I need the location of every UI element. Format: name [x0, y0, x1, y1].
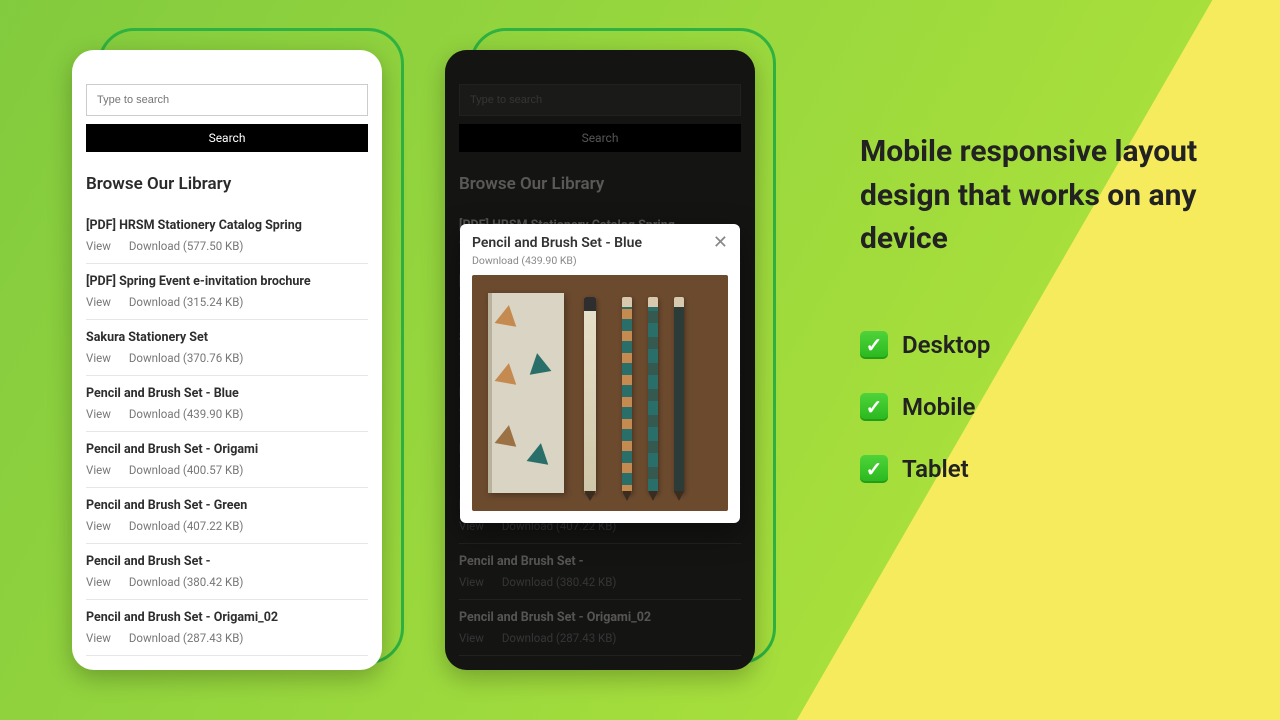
- checkmark-icon: ✓: [860, 455, 888, 483]
- feature-label: Mobile: [902, 393, 975, 421]
- modal-title: Pencil and Brush Set - Blue: [472, 235, 642, 251]
- pencil-graphic: [622, 297, 632, 493]
- view-link[interactable]: View: [86, 295, 111, 309]
- view-link[interactable]: View: [86, 631, 111, 645]
- item-title: Pencil and Brush Set - Blue: [86, 386, 368, 401]
- library-heading: Browse Our Library: [86, 174, 368, 194]
- list-item: Pencil and Brush Set - Origami View Downl…: [86, 432, 368, 488]
- download-link[interactable]: Download (315.24 KB): [129, 295, 244, 309]
- download-link[interactable]: Download (380.42 KB): [129, 575, 244, 589]
- crane-icon: [494, 361, 519, 386]
- list-item: [PDF] HRSM Stationery Catalog Spring Vie…: [86, 208, 368, 264]
- marketing-copy: Mobile responsive layout design that wor…: [860, 130, 1230, 517]
- download-link[interactable]: Download (407.22 KB): [129, 519, 244, 533]
- feature-item: ✓ Mobile: [860, 393, 1230, 421]
- item-title: Pencil and Brush Set - Origami: [86, 442, 368, 457]
- search-field-wrap: [86, 84, 368, 116]
- download-link[interactable]: Download (287.43 KB): [129, 631, 244, 645]
- phone-dark: Search Browse Our Library [PDF] HRSM Sta…: [445, 50, 755, 670]
- crane-icon: [526, 441, 551, 466]
- feature-label: Desktop: [902, 331, 990, 359]
- download-link[interactable]: Download (370.76 KB): [129, 351, 244, 365]
- headline-text: Mobile responsive layout design that wor…: [860, 130, 1230, 261]
- close-icon[interactable]: ✕: [713, 234, 728, 252]
- download-link[interactable]: Download (439.90 KB): [129, 407, 244, 421]
- list-item: Pencil and Brush Set - Origami_02 View Do…: [86, 600, 368, 656]
- search-input[interactable]: [87, 85, 367, 115]
- pencil-graphic: [648, 297, 658, 493]
- list-item: Pencil and Brush Set - Green View Downloa…: [86, 488, 368, 544]
- pencil-graphic: [674, 297, 684, 493]
- item-title: Pencil and Brush Set -: [86, 554, 368, 569]
- view-link[interactable]: View: [86, 351, 111, 365]
- brush-graphic: [584, 297, 596, 493]
- checkmark-icon: ✓: [860, 331, 888, 359]
- library-list: [PDF] HRSM Stationery Catalog Spring Vie…: [72, 208, 382, 656]
- preview-modal: Pencil and Brush Set - Blue ✕ Download (…: [460, 224, 740, 523]
- list-item: Pencil and Brush Set - Blue View Download…: [86, 376, 368, 432]
- item-title: Pencil and Brush Set - Origami_02: [86, 610, 368, 625]
- feature-item: ✓ Desktop: [860, 331, 1230, 359]
- modal-download-link[interactable]: Download (439.90 KB): [472, 254, 728, 267]
- phone-light: Search Browse Our Library [PDF] HRSM Sta…: [72, 50, 382, 670]
- item-title: Sakura Stationery Set: [86, 330, 368, 345]
- list-item: Pencil and Brush Set - View Download (380…: [86, 544, 368, 600]
- checkmark-icon: ✓: [860, 393, 888, 421]
- feature-list: ✓ Desktop ✓ Mobile ✓ Tablet: [860, 331, 1230, 483]
- crane-icon: [526, 351, 551, 376]
- view-link[interactable]: View: [86, 519, 111, 533]
- item-title: [PDF] Spring Event e-invitation brochure: [86, 274, 368, 289]
- item-title: Pencil and Brush Set - Green: [86, 498, 368, 513]
- download-link[interactable]: Download (400.57 KB): [129, 463, 244, 477]
- search-button[interactable]: Search: [86, 124, 368, 152]
- download-link[interactable]: Download (577.50 KB): [129, 239, 244, 253]
- item-title: [PDF] HRSM Stationery Catalog Spring: [86, 218, 368, 233]
- feature-item: ✓ Tablet: [860, 455, 1230, 483]
- view-link[interactable]: View: [86, 407, 111, 421]
- view-link[interactable]: View: [86, 575, 111, 589]
- crane-icon: [494, 303, 519, 328]
- list-item: Sakura Stationery Set View Download (370.…: [86, 320, 368, 376]
- crane-icon: [494, 423, 519, 448]
- promo-canvas: Search Browse Our Library [PDF] HRSM Sta…: [0, 0, 1280, 720]
- list-item: [PDF] Spring Event e-invitation brochure…: [86, 264, 368, 320]
- preview-image: [472, 275, 728, 511]
- view-link[interactable]: View: [86, 239, 111, 253]
- view-link[interactable]: View: [86, 463, 111, 477]
- feature-label: Tablet: [902, 455, 969, 483]
